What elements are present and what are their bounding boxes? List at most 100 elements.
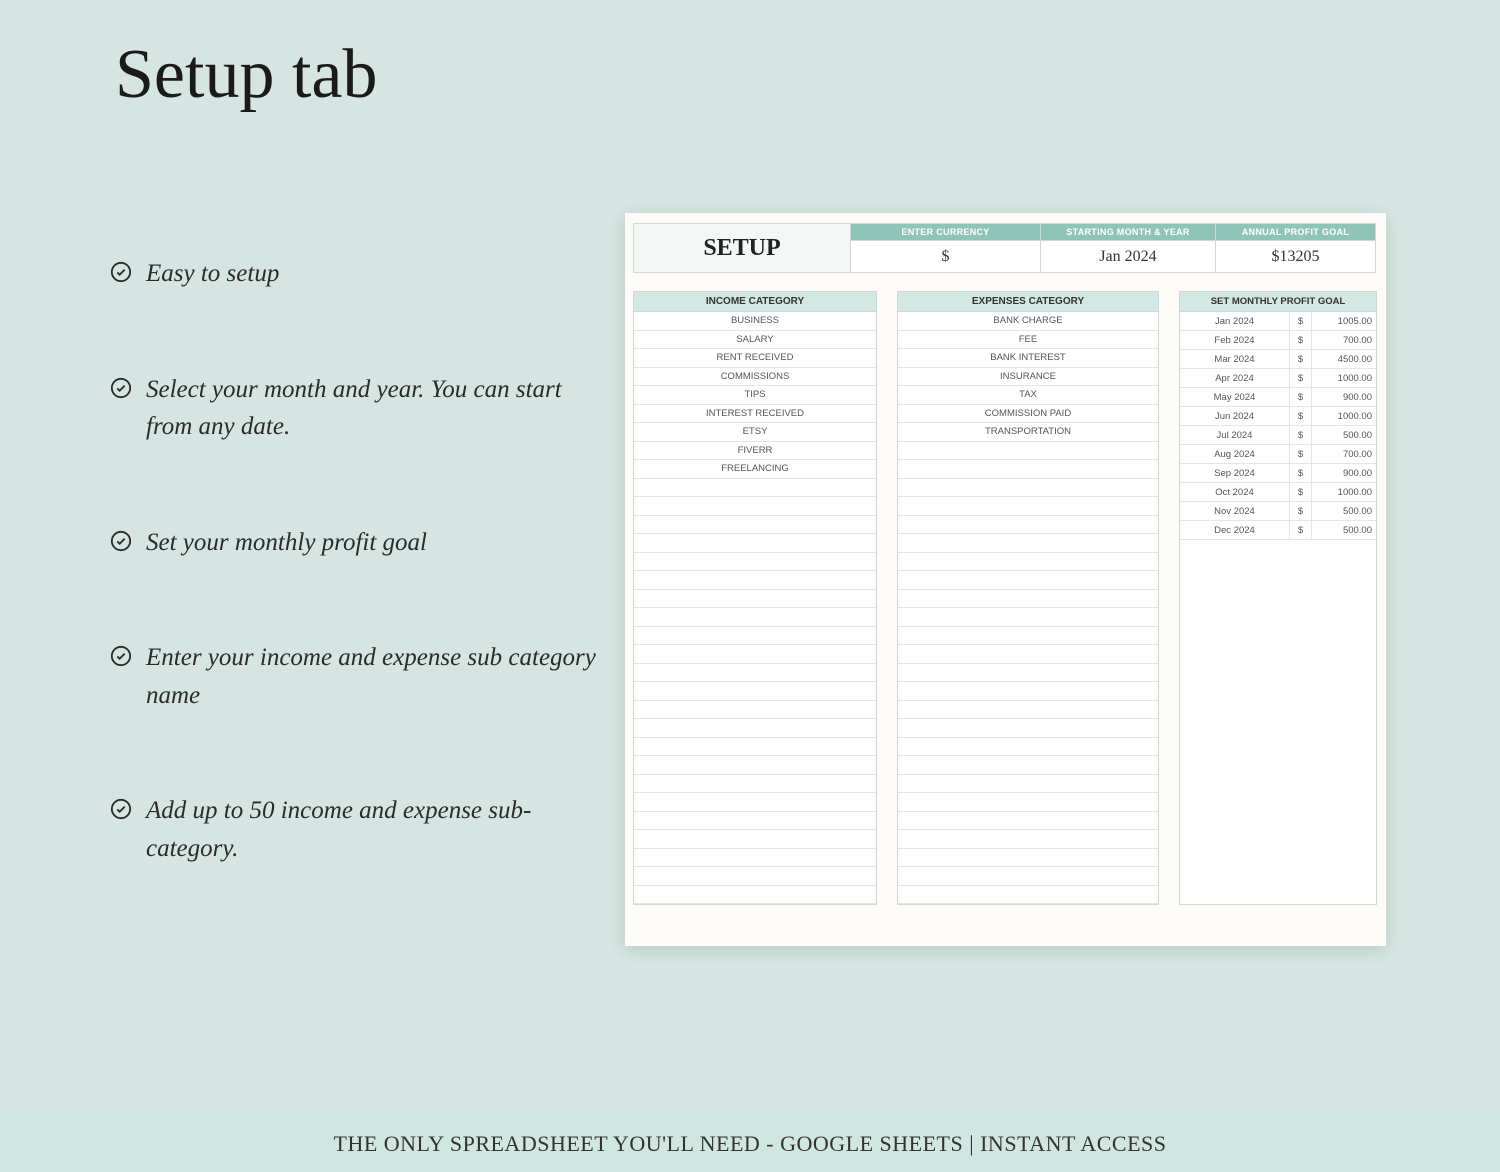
income-category-row[interactable] — [634, 830, 876, 849]
expense-category-row[interactable] — [898, 738, 1158, 757]
expense-category-row[interactable] — [898, 479, 1158, 498]
income-category-row[interactable] — [634, 627, 876, 646]
expense-category-row[interactable] — [898, 442, 1158, 461]
expense-category-row[interactable] — [898, 627, 1158, 646]
expense-category-row[interactable]: FEE — [898, 331, 1158, 350]
expense-category-row[interactable] — [898, 701, 1158, 720]
income-category-row[interactable] — [634, 534, 876, 553]
monthly-goal-row[interactable]: May 2024$900.00 — [1180, 388, 1376, 407]
expense-category-row[interactable] — [898, 553, 1158, 572]
income-category-row[interactable] — [634, 516, 876, 535]
income-category-row[interactable] — [634, 664, 876, 683]
income-category-row[interactable] — [634, 849, 876, 868]
income-category-row[interactable]: ETSY — [634, 423, 876, 442]
expense-category-row[interactable] — [898, 756, 1158, 775]
income-category-row[interactable] — [634, 590, 876, 609]
expense-category-row[interactable] — [898, 793, 1158, 812]
monthly-goal-row[interactable]: Jun 2024$1000.00 — [1180, 407, 1376, 426]
monthly-goal-row[interactable]: Oct 2024$1000.00 — [1180, 483, 1376, 502]
expense-category-row[interactable] — [898, 775, 1158, 794]
expense-category-row[interactable] — [898, 849, 1158, 868]
income-category-row[interactable] — [634, 775, 876, 794]
income-category-header: INCOME CATEGORY — [634, 292, 876, 312]
goal-amount: 700.00 — [1312, 445, 1376, 463]
income-category-row[interactable] — [634, 756, 876, 775]
income-category-row[interactable] — [634, 479, 876, 498]
check-circle-icon — [110, 530, 132, 552]
income-category-row[interactable]: INTEREST RECEIVED — [634, 405, 876, 424]
expense-category-row[interactable] — [898, 719, 1158, 738]
income-category-row[interactable]: BUSINESS — [634, 312, 876, 331]
income-category-row[interactable]: FREELANCING — [634, 460, 876, 479]
expense-category-row[interactable]: INSURANCE — [898, 368, 1158, 387]
expense-category-row[interactable] — [898, 608, 1158, 627]
income-category-row[interactable] — [634, 682, 876, 701]
income-category-row[interactable]: RENT RECEIVED — [634, 349, 876, 368]
currency-value[interactable]: $ — [851, 241, 1041, 273]
expense-category-row[interactable]: TRANSPORTATION — [898, 423, 1158, 442]
goal-month: May 2024 — [1180, 388, 1290, 406]
expense-category-row[interactable] — [898, 664, 1158, 683]
monthly-goal-row[interactable]: Mar 2024$4500.00 — [1180, 350, 1376, 369]
starting-month-value[interactable]: Jan 2024 — [1041, 241, 1216, 273]
goal-month: Mar 2024 — [1180, 350, 1290, 368]
monthly-goal-row[interactable]: Apr 2024$1000.00 — [1180, 369, 1376, 388]
income-category-row[interactable] — [634, 867, 876, 886]
expense-category-row[interactable]: BANK CHARGE — [898, 312, 1158, 331]
income-category-row[interactable] — [634, 608, 876, 627]
bullet-item: Select your month and year. You can star… — [110, 371, 600, 446]
goal-month: Aug 2024 — [1180, 445, 1290, 463]
bullet-text: Select your month and year. You can star… — [146, 371, 600, 446]
income-category-row[interactable]: SALARY — [634, 331, 876, 350]
expense-category-row[interactable] — [898, 682, 1158, 701]
expense-category-row[interactable] — [898, 830, 1158, 849]
expense-category-table: EXPENSES CATEGORY BANK CHARGEFEEBANK INT… — [897, 291, 1159, 905]
goal-currency: $ — [1290, 312, 1312, 330]
income-category-row[interactable] — [634, 793, 876, 812]
income-category-row[interactable] — [634, 738, 876, 757]
income-category-row[interactable]: TIPS — [634, 386, 876, 405]
income-category-row[interactable] — [634, 886, 876, 905]
expense-category-row[interactable] — [898, 571, 1158, 590]
income-category-row[interactable] — [634, 701, 876, 720]
income-category-row[interactable] — [634, 719, 876, 738]
goal-amount: 700.00 — [1312, 331, 1376, 349]
income-category-row[interactable] — [634, 812, 876, 831]
expense-category-row[interactable]: TAX — [898, 386, 1158, 405]
expense-category-row[interactable] — [898, 590, 1158, 609]
check-circle-icon — [110, 798, 132, 820]
annual-goal-value[interactable]: $13205 — [1216, 241, 1376, 273]
expense-category-row[interactable]: COMMISSION PAID — [898, 405, 1158, 424]
monthly-goal-row[interactable]: Dec 2024$500.00 — [1180, 521, 1376, 540]
bullet-text: Enter your income and expense sub catego… — [146, 639, 600, 714]
expense-category-row[interactable] — [898, 886, 1158, 905]
income-category-row[interactable]: COMMISSIONS — [634, 368, 876, 387]
expense-category-row[interactable] — [898, 497, 1158, 516]
feature-bullets: Easy to setupSelect your month and year.… — [110, 255, 600, 945]
monthly-goal-row[interactable]: Feb 2024$700.00 — [1180, 331, 1376, 350]
expense-category-row[interactable] — [898, 460, 1158, 479]
expense-category-row[interactable] — [898, 867, 1158, 886]
goal-month: Jun 2024 — [1180, 407, 1290, 425]
income-category-row[interactable] — [634, 497, 876, 516]
income-category-row[interactable] — [634, 645, 876, 664]
expense-category-row[interactable] — [898, 812, 1158, 831]
expense-category-row[interactable] — [898, 534, 1158, 553]
goal-month: Jan 2024 — [1180, 312, 1290, 330]
goal-currency: $ — [1290, 388, 1312, 406]
goal-amount: 1000.00 — [1312, 483, 1376, 501]
expense-category-row[interactable] — [898, 645, 1158, 664]
expense-category-row[interactable] — [898, 516, 1158, 535]
expense-category-row[interactable]: BANK INTEREST — [898, 349, 1158, 368]
goal-month: Jul 2024 — [1180, 426, 1290, 444]
goal-currency: $ — [1290, 521, 1312, 539]
income-category-row[interactable] — [634, 553, 876, 572]
monthly-goal-row[interactable]: Sep 2024$900.00 — [1180, 464, 1376, 483]
income-category-row[interactable] — [634, 571, 876, 590]
goal-currency: $ — [1290, 445, 1312, 463]
monthly-goal-row[interactable]: Nov 2024$500.00 — [1180, 502, 1376, 521]
income-category-row[interactable]: FIVERR — [634, 442, 876, 461]
monthly-goal-row[interactable]: Jan 2024$1005.00 — [1180, 312, 1376, 331]
monthly-goal-row[interactable]: Jul 2024$500.00 — [1180, 426, 1376, 445]
monthly-goal-row[interactable]: Aug 2024$700.00 — [1180, 445, 1376, 464]
